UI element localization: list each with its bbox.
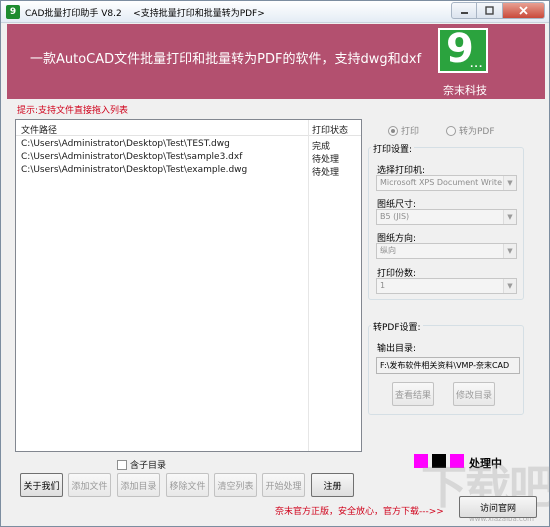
printer-select[interactable]: Microsoft XPS Document Write ▼ xyxy=(376,175,517,191)
chevron-down-icon: ▼ xyxy=(503,210,516,224)
paper-size-value: B5 (JIS) xyxy=(380,212,410,221)
window-controls xyxy=(451,2,545,19)
title-bar[interactable]: 9 CAD批量打印助手 V8.2 <支持批量打印和批量转为PDF> xyxy=(1,1,549,23)
copies-select[interactable]: 1 ▼ xyxy=(376,278,517,294)
file-path: C:\Users\Administrator\Desktop\Test\samp… xyxy=(21,152,243,162)
file-list[interactable]: 文件路径 打印状态 C:\Users\Administrator\Desktop… xyxy=(15,119,362,452)
output-dir-field[interactable]: F:\发布软件相关资料\VMP-奈末CAD xyxy=(376,357,520,374)
brand-name: 奈末科技 xyxy=(443,84,487,97)
app-subtitle: <支持批量打印和批量转为PDF> xyxy=(133,9,265,19)
orientation-select[interactable]: 纵向 ▼ xyxy=(376,243,517,259)
radio-checked-icon xyxy=(388,125,398,136)
close-icon xyxy=(519,6,528,15)
view-result-button[interactable]: 查看结果 xyxy=(392,382,434,406)
start-button[interactable]: 开始处理 xyxy=(262,473,305,497)
mode-pdf-radio[interactable]: 转为PDF xyxy=(446,124,495,137)
orientation-value: 纵向 xyxy=(380,246,396,255)
banner-tagline: 一款AutoCAD文件批量打印和批量转为PDF的软件，支持dwg和dxf xyxy=(30,52,422,67)
company-logo: 9 ... xyxy=(438,26,488,73)
app-icon: 9 xyxy=(6,5,20,19)
list-header: 文件路径 打印状态 xyxy=(16,120,361,136)
maximize-icon xyxy=(485,6,494,15)
chevron-down-icon: ▼ xyxy=(503,176,516,190)
output-dir-label: 输出目录: xyxy=(377,344,417,354)
chevron-down-icon: ▼ xyxy=(503,279,516,293)
list-item[interactable]: C:\Users\Administrator\Desktop\Test\samp… xyxy=(16,151,361,165)
header-banner: 一款AutoCAD文件批量打印和批量转为PDF的软件，支持dwg和dxf 9 .… xyxy=(7,24,545,99)
add-file-button[interactable]: 添加文件 xyxy=(68,473,111,497)
copies-value: 1 xyxy=(380,281,386,290)
maximize-button[interactable] xyxy=(477,2,503,19)
about-button[interactable]: 关于我们 xyxy=(20,473,63,497)
list-item[interactable]: C:\Users\Administrator\Desktop\Test\exam… xyxy=(16,164,361,178)
window-title: CAD批量打印助手 V8.2 <支持批量打印和批量转为PDF> xyxy=(25,6,265,19)
close-button[interactable] xyxy=(503,2,545,19)
visit-site-button[interactable]: 访问官网 xyxy=(459,496,537,518)
column-header-path[interactable]: 文件路径 xyxy=(21,123,311,136)
minimize-icon xyxy=(460,12,468,14)
register-button[interactable]: 注册 xyxy=(311,473,354,497)
include-subdir-checkbox[interactable]: 含子目录 xyxy=(117,458,166,471)
mode-print-radio[interactable]: 打印 xyxy=(388,124,419,137)
include-subdir-label: 含子目录 xyxy=(130,461,167,471)
add-dir-button[interactable]: 添加目录 xyxy=(117,473,160,497)
paper-size-select[interactable]: B5 (JIS) ▼ xyxy=(376,209,517,225)
drag-hint: 提示:支持文件直接拖入列表 xyxy=(17,106,129,116)
file-status: 待处理 xyxy=(312,168,340,178)
change-dir-button[interactable]: 修改目录 xyxy=(453,382,495,406)
chevron-down-icon: ▼ xyxy=(503,244,516,258)
remove-file-button[interactable]: 移除文件 xyxy=(166,473,209,497)
minimize-button[interactable] xyxy=(451,2,477,19)
footer-notice: 奈末官方正版，安全放心，官方下载--->> xyxy=(275,507,444,517)
pdf-settings-title: 转PDF设置: xyxy=(371,320,423,333)
logo-dots: ... xyxy=(470,60,484,70)
file-path: C:\Users\Administrator\Desktop\Test\exam… xyxy=(21,165,248,175)
list-item[interactable]: C:\Users\Administrator\Desktop\Test\TEST… xyxy=(16,138,361,152)
mode-print-label: 打印 xyxy=(401,127,420,137)
column-header-status[interactable]: 打印状态 xyxy=(312,123,360,136)
radio-unchecked-icon xyxy=(446,125,456,136)
file-path: C:\Users\Administrator\Desktop\Test\TEST… xyxy=(21,139,230,149)
app-window: 9 CAD批量打印助手 V8.2 <支持批量打印和批量转为PDF> 一款Auto… xyxy=(0,0,550,527)
checkbox-box xyxy=(117,459,127,470)
printer-value: Microsoft XPS Document Write xyxy=(380,178,502,187)
app-title: CAD批量打印助手 V8.2 xyxy=(25,9,122,19)
print-settings-title: 打印设置: xyxy=(371,142,415,155)
mode-pdf-label: 转为PDF xyxy=(459,127,495,137)
clear-list-button[interactable]: 清空列表 xyxy=(214,473,257,497)
